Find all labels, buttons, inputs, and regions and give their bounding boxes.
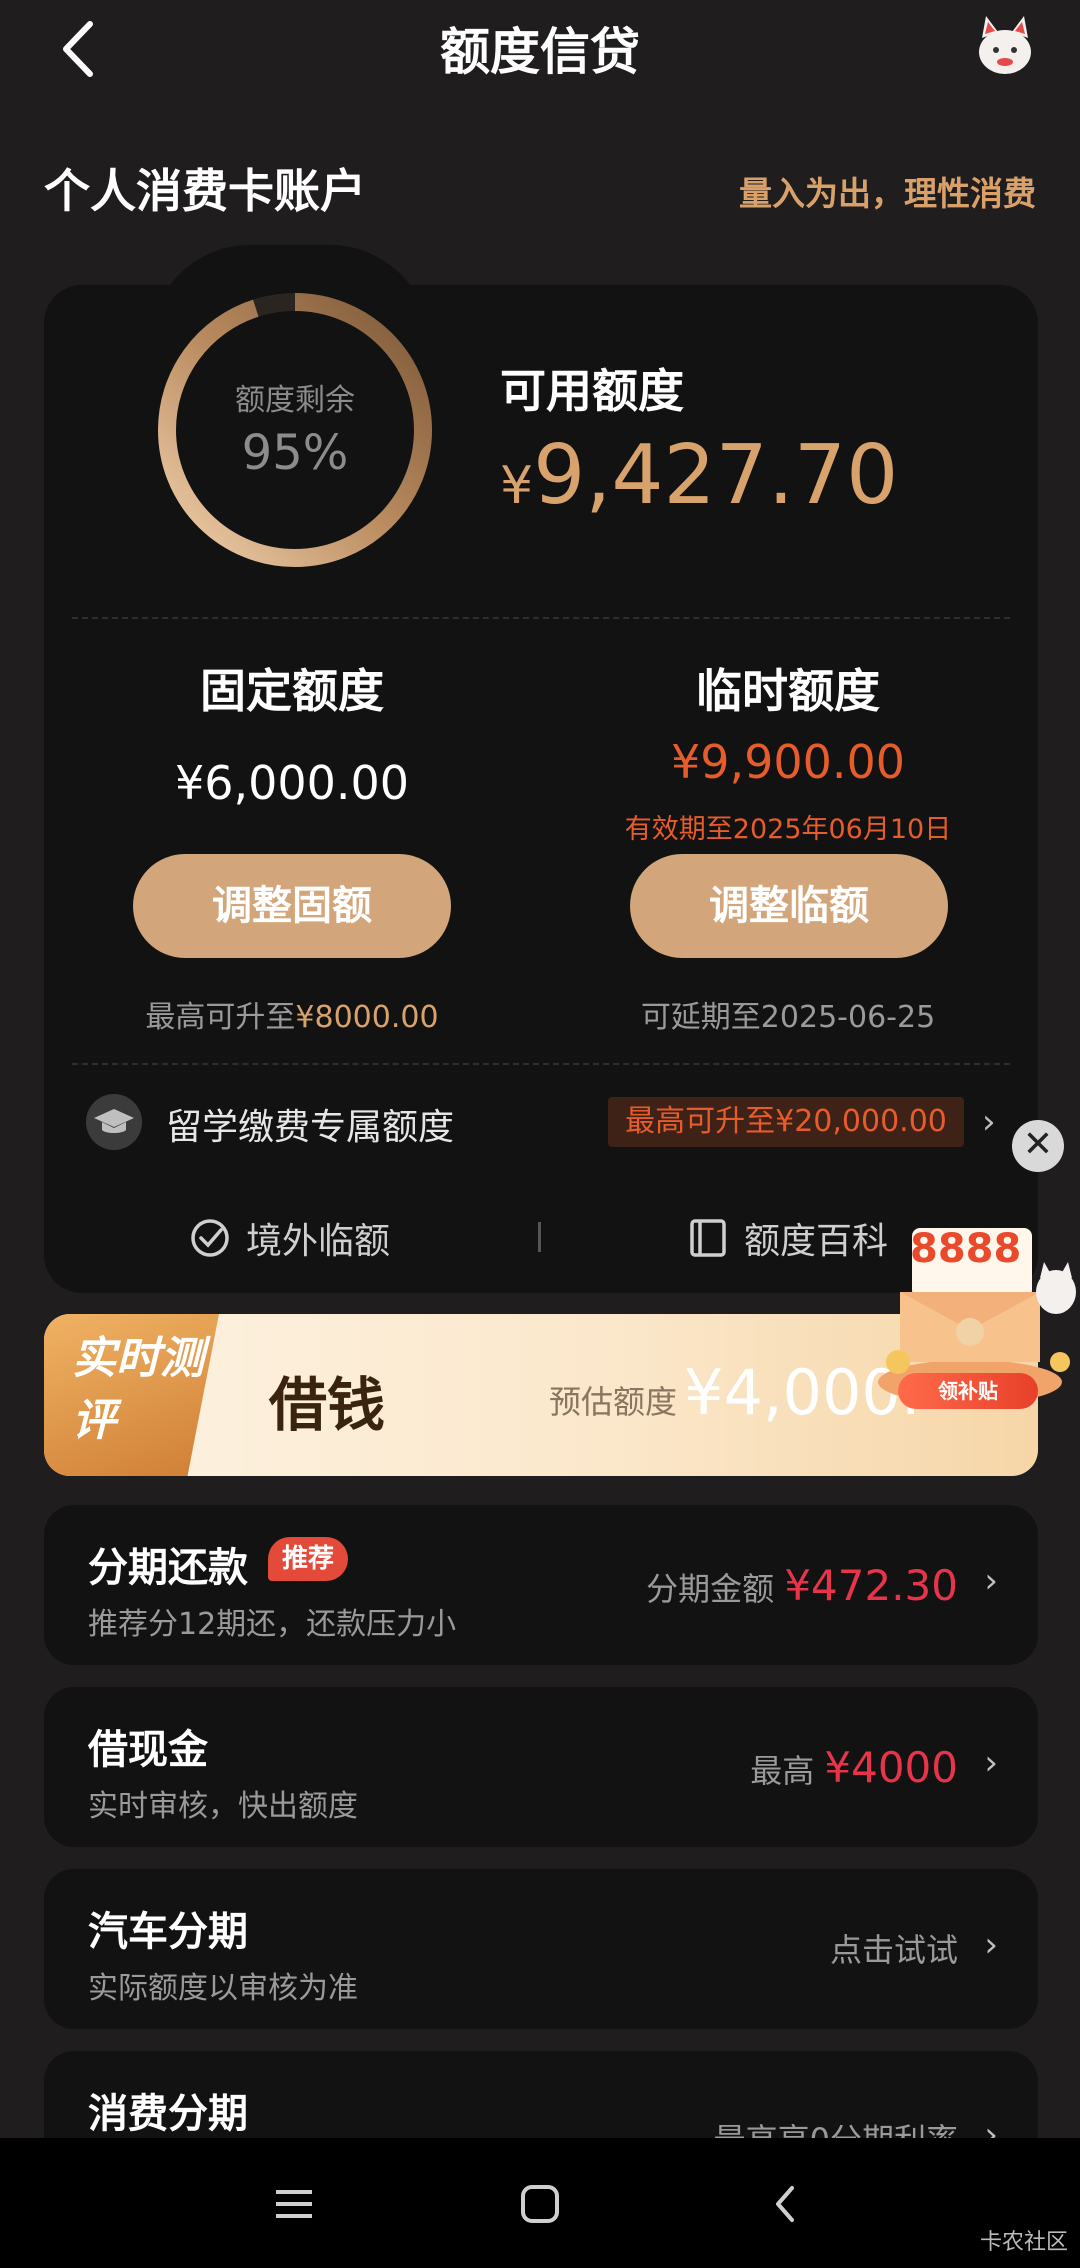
- chevron-right-icon: ›: [984, 1925, 998, 1965]
- divider: [72, 617, 1010, 619]
- chevron-right-icon[interactable]: ›: [982, 1102, 996, 1142]
- temp-credit-expiry: 有效期至2025年06月10日: [624, 814, 952, 845]
- top-app-bar: 额度信贷: [0, 0, 1080, 100]
- temp-extend-note: 可延期至2025-06-25: [640, 1000, 936, 1035]
- temp-credit-amount: ¥9,900.00: [670, 735, 906, 789]
- chevron-right-icon: ›: [984, 1561, 998, 1601]
- list-right-value: ¥472.30: [784, 1561, 958, 1610]
- list-item-right: 分期金额 ¥472.30: [646, 1561, 958, 1610]
- list-right-label: 最高: [750, 1752, 815, 1790]
- menu-icon[interactable]: [264, 2174, 324, 2234]
- book-icon: [690, 1219, 726, 1257]
- red-packet-number: 8888: [910, 1226, 1022, 1272]
- overseas-credit-icon: [191, 1219, 229, 1257]
- divider: [538, 1222, 541, 1252]
- list-item-installment[interactable]: 分期还款 推荐 推荐分12期还，还款压力小 分期金额 ¥472.30 ›: [44, 1505, 1038, 1665]
- estimate-label: 预估额度: [549, 1383, 678, 1421]
- divider: [72, 1063, 1010, 1065]
- fixed-note-value: ¥8000.00: [295, 1000, 439, 1035]
- temp-credit-title: 临时额度: [696, 664, 880, 718]
- graduation-cap-icon: [86, 1094, 142, 1150]
- list-item-subtitle: 实时审核，快出额度: [88, 1789, 358, 1824]
- list-item-subtitle: 实际额度以审核为准: [88, 1971, 358, 2006]
- list-item-title: 汽车分期: [88, 1909, 248, 1955]
- slogan-text: 量入为出，理性消费: [739, 174, 1036, 213]
- remaining-label: 额度剩余: [235, 383, 355, 418]
- study-abroad-label[interactable]: 留学缴费专属额度: [166, 1098, 454, 1150]
- available-credit-label: 可用额度: [500, 364, 684, 418]
- list-item-title: 消费分期: [88, 2091, 248, 2137]
- recommend-badge: 推荐: [268, 1537, 349, 1581]
- page-title: 额度信贷: [440, 23, 640, 81]
- promo-tag-text: 实时测评: [72, 1333, 204, 1446]
- study-abroad-badge: 最高可升至¥20,000.00: [608, 1097, 964, 1147]
- list-item-cash[interactable]: 借现金 实时审核，快出额度 最高 ¥4000 ›: [44, 1687, 1038, 1847]
- account-title: 个人消费卡账户: [44, 164, 366, 218]
- list-item-right: 最高 ¥4000: [750, 1743, 958, 1792]
- back-icon[interactable]: [756, 2174, 816, 2234]
- promo-title: 借钱: [269, 1371, 386, 1439]
- list-item-title: 分期还款: [88, 1545, 248, 1591]
- system-nav-bar: [0, 2138, 1080, 2268]
- fixed-note-prefix: 最高可升至: [145, 1000, 296, 1035]
- cat-mascot-icon[interactable]: [970, 10, 1040, 80]
- list-item-car-loan[interactable]: 汽车分期 实际额度以审核为准 点击试试 ›: [44, 1869, 1038, 2029]
- overseas-credit-link[interactable]: 境外临额: [246, 1212, 390, 1264]
- home-icon[interactable]: [510, 2174, 570, 2234]
- list-right-label: 分期金额: [646, 1570, 775, 1608]
- chevron-right-icon: ›: [984, 1743, 998, 1783]
- list-item-subtitle: 推荐分12期还，还款压力小: [88, 1607, 457, 1642]
- fixed-credit-title: 固定额度: [200, 664, 384, 718]
- adjust-fixed-button[interactable]: 调整固额: [133, 854, 451, 958]
- list-item-title: 借现金: [88, 1727, 208, 1773]
- close-icon[interactable]: ✕: [1012, 1120, 1064, 1172]
- list-item-right: 点击试试: [829, 1931, 958, 1969]
- list-right-value: ¥4000: [824, 1743, 958, 1792]
- watermark-text: 卡农社区: [979, 2230, 1068, 2255]
- fixed-credit-amount: ¥6,000.00: [174, 756, 410, 810]
- fixed-max-note: 最高可升至¥8000.00: [82, 992, 502, 1036]
- currency-symbol: ¥: [500, 456, 534, 516]
- remaining-percent: 95%: [241, 425, 349, 481]
- adjust-temp-button[interactable]: 调整临额: [630, 854, 948, 958]
- available-credit-amount: ¥9,427.70: [500, 428, 898, 523]
- claim-subsidy-button[interactable]: 领补贴: [898, 1373, 1038, 1409]
- available-amount-value: 9,427.70: [533, 428, 899, 523]
